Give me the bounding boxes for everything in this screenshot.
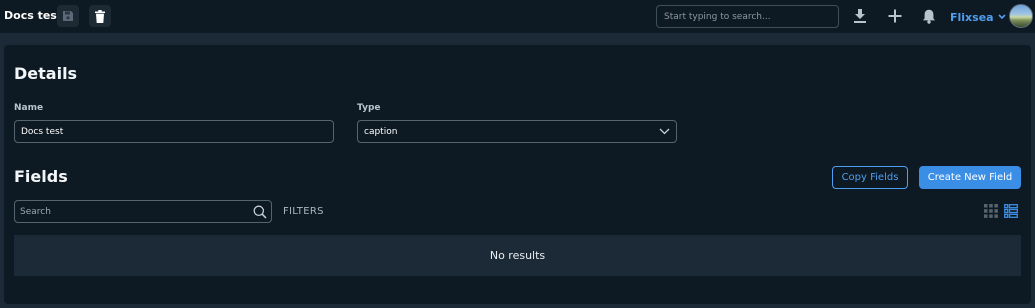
search-icon	[253, 205, 267, 219]
fields-search-box[interactable]	[14, 200, 272, 223]
copy-fields-button[interactable]: Copy Fields	[832, 166, 908, 189]
avatar[interactable]	[1009, 4, 1033, 28]
create-new-field-button[interactable]: Create New Field	[919, 166, 1021, 189]
add-button[interactable]	[887, 8, 903, 24]
empty-results: No results	[14, 235, 1021, 276]
trash-icon	[95, 9, 105, 23]
delete-button[interactable]	[89, 5, 111, 27]
name-value: Docs test	[21, 126, 64, 137]
details-heading: Details	[14, 64, 78, 83]
grid-view-icon	[984, 204, 998, 218]
grid-view-button[interactable]	[984, 204, 998, 218]
list-view-icon	[1004, 204, 1018, 218]
type-select[interactable]: caption	[357, 120, 677, 143]
chevron-down-icon	[998, 14, 1006, 20]
download-button[interactable]	[852, 8, 868, 24]
user-menu[interactable]: Flixsea	[950, 9, 1006, 25]
main-panel: Details Name Docs test Type caption Fiel…	[4, 45, 1031, 304]
no-results-text: No results	[489, 249, 546, 262]
page-title: Docs test	[4, 9, 63, 22]
top-bar: Docs test Flixsea	[0, 0, 1035, 33]
filters-toggle[interactable]: FILTERS	[283, 206, 324, 217]
name-input[interactable]: Docs test	[14, 120, 334, 143]
fields-heading: Fields	[14, 167, 68, 186]
list-view-button[interactable]	[1004, 204, 1018, 218]
chevron-down-icon	[659, 128, 670, 135]
plus-icon	[888, 9, 902, 23]
name-label: Name	[14, 103, 44, 113]
user-name: Flixsea	[950, 10, 994, 24]
download-icon	[854, 9, 866, 23]
notifications-button[interactable]	[921, 8, 937, 24]
fields-search-input[interactable]	[20, 206, 240, 217]
save-button[interactable]	[57, 5, 79, 27]
bell-icon	[923, 9, 935, 24]
type-value: caption	[364, 126, 398, 137]
global-search-input[interactable]	[656, 5, 839, 28]
save-icon	[63, 11, 73, 21]
type-label: Type	[357, 103, 381, 113]
